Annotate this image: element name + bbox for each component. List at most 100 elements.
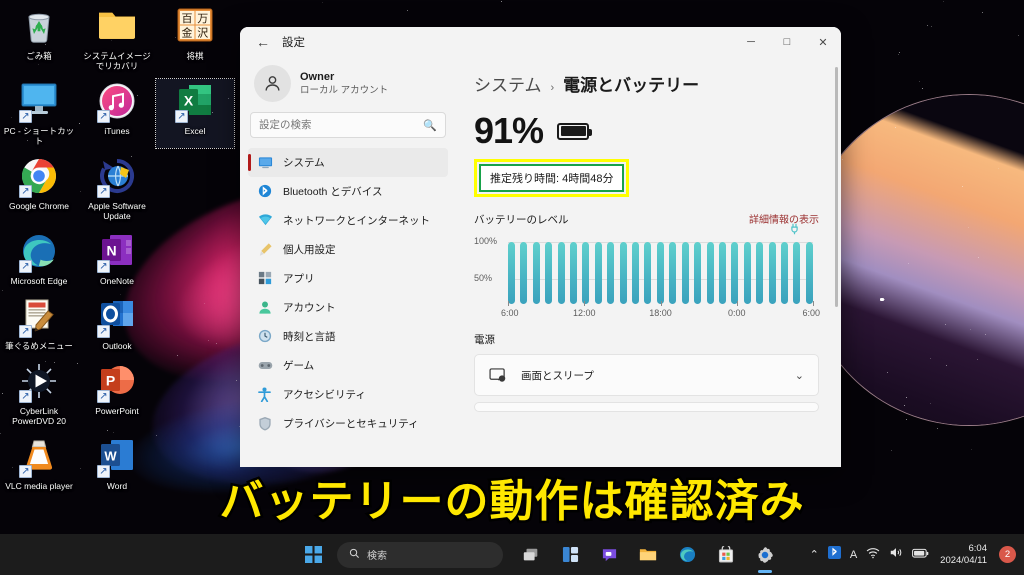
maximize-button[interactable]: □ (769, 27, 805, 57)
svg-text:W: W (104, 449, 117, 464)
sidebar-item-10[interactable]: プライバシーとセキュリティ (248, 409, 448, 438)
fudegurume-icon: ↗ (19, 298, 59, 338)
chart-bar (557, 242, 565, 304)
sidebar-item-8[interactable]: ゲーム (248, 351, 448, 380)
volume-icon[interactable] (889, 546, 903, 564)
desktop-icon-label: Apple Software Update (88, 201, 146, 221)
minimize-button[interactable]: ─ (733, 27, 769, 57)
desktop-icon-label: PC - ショートカット (3, 126, 75, 146)
close-button[interactable]: ✕ (805, 27, 841, 57)
shortcut-arrow-icon: ↗ (97, 390, 110, 403)
desktop-icon[interactable]: ↗ iTunes (78, 79, 156, 148)
sidebar-item-4[interactable]: 個人用設定 (248, 235, 448, 264)
desktop-icon[interactable]: ↗ Outlook (78, 294, 156, 353)
microsoft-store-icon[interactable] (711, 540, 741, 570)
widgets-icon[interactable] (555, 540, 585, 570)
settings-gear-icon[interactable] (750, 540, 780, 570)
settings-content: システム › 電源とバッテリー 91% 推定残り時間: 4時間48分 バッテリー… (456, 57, 841, 467)
svg-text:沢: 沢 (197, 26, 208, 40)
file-explorer-icon[interactable] (633, 540, 663, 570)
sidebar-item-9[interactable]: アクセシビリティ (248, 380, 448, 409)
desktop-icon[interactable]: ↗ PC - ショートカット (0, 79, 78, 148)
shogi-icon: 百万金沢 (175, 8, 215, 48)
search-input[interactable] (259, 119, 424, 131)
desktop-icon-empty (156, 154, 234, 223)
battery-level-chart: 100% 50% 6:00 12:00 18:00 0:00 6:00 (474, 223, 820, 324)
chart-bar (532, 242, 540, 304)
shortcut-arrow-icon: ↗ (97, 260, 110, 273)
detail-info-link[interactable]: 詳細情報の表示 (749, 211, 819, 226)
desktop-icon[interactable]: ごみ箱 (0, 4, 78, 73)
sidebar-item-label: 個人用設定 (283, 244, 336, 256)
person-avatar-icon (254, 65, 291, 102)
desktop-icon[interactable]: ↗ Apple Software Update (78, 154, 156, 223)
chat-icon[interactable] (594, 540, 624, 570)
desktop-icon[interactable]: 百万金沢将棋 (156, 4, 234, 73)
desktop-icon[interactable]: ↗ CyberLink PowerDVD 20 (0, 359, 78, 428)
windows-start-icon[interactable] (298, 540, 328, 570)
search-icon[interactable]: 🔍 (423, 119, 437, 132)
chart-bar (545, 242, 553, 304)
video-caption-text: バッテリーの動作は確認済み (217, 474, 806, 530)
window-titlebar[interactable]: ← 設定 ─ □ ✕ (240, 27, 841, 57)
chart-bar (793, 242, 801, 304)
window-title: 設定 (282, 37, 305, 49)
notification-badge[interactable]: 2 (999, 546, 1016, 563)
svg-text:万: 万 (197, 12, 208, 25)
sidebar-item-1[interactable]: システム (248, 148, 448, 177)
ime-indicator[interactable]: A (850, 549, 857, 561)
sidebar-item-label: アカウント (283, 302, 336, 314)
breadcrumb: システム › 電源とバッテリー (474, 71, 819, 96)
sidebar-item-label: Bluetooth とデバイス (283, 186, 383, 198)
taskbar-search-box[interactable]: 検索 (337, 541, 503, 568)
desktop-icon[interactable]: X ↗ Excel (155, 78, 235, 149)
chart-bar (582, 242, 590, 304)
sidebar-item-6[interactable]: アカウント (248, 293, 448, 322)
battery-remaining-text: 推定残り時間: 4時間48分 (490, 173, 614, 185)
breadcrumb-parent[interactable]: システム (474, 71, 542, 96)
chart-bar (718, 242, 726, 304)
settings-window[interactable]: ← 設定 ─ □ ✕ Owner ローカル アカウント 設定の検索 🔍 システム… (240, 27, 841, 467)
desktop-icon-empty (156, 294, 234, 353)
power-plug-icon (790, 223, 799, 238)
wifi-icon[interactable] (866, 546, 880, 564)
desktop-icon[interactable]: システムイメージでリカバリ (78, 4, 156, 73)
sidebar-item-7[interactable]: 時刻と言語 (248, 322, 448, 351)
shortcut-arrow-icon: ↗ (19, 390, 32, 403)
chart-bar (768, 242, 776, 304)
desktop-icon[interactable]: ↗ Google Chrome (0, 154, 78, 223)
task-view-icon[interactable] (516, 540, 546, 570)
sidebar-nav-list: システム Bluetooth とデバイスネットワークとインターネット 個人用設定アプ… (248, 148, 448, 438)
battery-percent: 91% (474, 110, 544, 151)
desktop-icon[interactable]: N ↗ OneNote (78, 229, 156, 288)
content-scrollbar[interactable] (835, 67, 838, 307)
sidebar-item-5[interactable]: アプリ (248, 264, 448, 293)
power-setting-card[interactable]: 画面とスリープ ⌄ (474, 354, 819, 396)
bluetooth-icon[interactable] (827, 545, 841, 564)
account-section[interactable]: Owner ローカル アカウント (248, 57, 448, 112)
desktop-icon-label: Google Chrome (8, 201, 69, 211)
desktop-icon[interactable]: ↗ 筆ぐるめメニュー (0, 294, 78, 353)
chart-bar (520, 242, 528, 304)
desktop-icon-label: 筆ぐるめメニュー (5, 341, 73, 351)
chart-bar (731, 242, 739, 304)
sidebar-item-label: ネットワークとインターネット (283, 215, 430, 227)
settings-search-box[interactable]: 🔍 (250, 112, 446, 138)
sidebar-item-3[interactable]: ネットワークとインターネット (248, 206, 448, 235)
desktop-icon[interactable]: P ↗ PowerPoint (78, 359, 156, 428)
x-axis-tick (508, 301, 509, 306)
edge-icon[interactable] (672, 540, 702, 570)
power-setting-label: 画面とスリープ (521, 369, 594, 382)
chart-bar (681, 242, 689, 304)
wallpaper-spark (880, 298, 884, 301)
back-arrow-icon[interactable]: ← (248, 29, 278, 55)
chevron-down-icon[interactable]: ⌄ (795, 369, 804, 382)
battery-icon[interactable] (912, 546, 929, 564)
sidebar-item-2[interactable]: Bluetooth とデバイス (248, 177, 448, 206)
desktop-icon[interactable]: ↗ Microsoft Edge (0, 229, 78, 288)
taskbar-clock[interactable]: 6:04 2024/04/11 (940, 543, 987, 567)
chevron-up-icon[interactable]: ⌃ (810, 548, 819, 561)
power-setting-card-partial[interactable] (474, 402, 819, 412)
desktop-icon-label: システムイメージでリカバリ (83, 51, 151, 71)
shortcut-arrow-icon: ↗ (19, 110, 32, 123)
